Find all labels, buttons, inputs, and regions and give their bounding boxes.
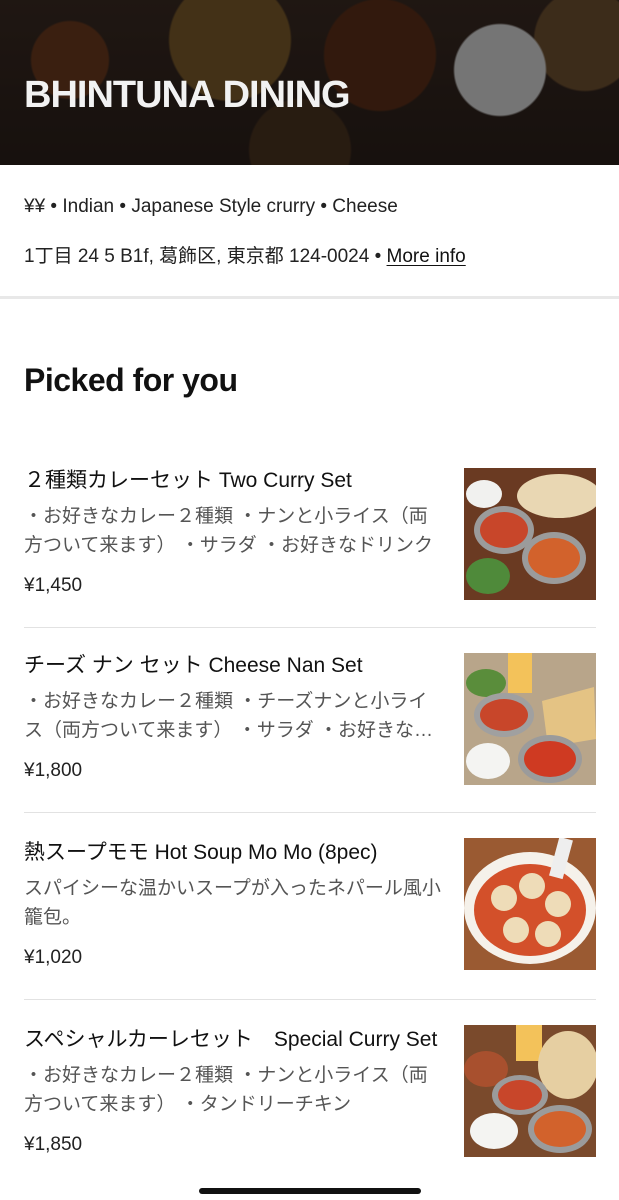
section-title: Picked for you — [24, 362, 238, 398]
item-divider — [24, 812, 596, 813]
restaurant-address-line: 1丁目 24 5 B1f, 葛飾区, 東京都 124-0024 • More i… — [24, 241, 604, 268]
menu-item[interactable]: ２種類カレーセット Two Curry Set ・お好きなカレー２種類 ・ナンと… — [24, 466, 596, 600]
menu-item-name: スペシャルカーレセット Special Curry Set — [24, 1028, 438, 1051]
item-divider — [24, 627, 596, 628]
menu-item-description: スパイシーな温かいスープが入ったネパール風小籠包。 — [24, 878, 441, 928]
menu-item-description: ・お好きなカレー２種類 ・チーズナンと小ライス（両方ついて来ます） ・サラダ ・… — [24, 691, 433, 741]
more-info-link[interactable]: More info — [387, 246, 466, 267]
menu-item-photo — [464, 653, 596, 785]
restaurant-name: BHINTUNA DINING — [24, 74, 351, 116]
menu-item[interactable]: スペシャルカーレセット Special Curry Set ・お好きなカレー２種… — [24, 1025, 596, 1157]
menu-item[interactable]: 熱スープモモ Hot Soup Mo Mo (8pec) スパイシーな温かいスー… — [24, 838, 596, 970]
item-divider — [24, 999, 596, 1000]
restaurant-hero-image: BHINTUNA DINING — [0, 0, 619, 165]
section-divider — [0, 296, 619, 299]
menu-item-name: チーズ ナン セット Cheese Nan Set — [24, 654, 363, 677]
menu-item-name: 熱スープモモ Hot Soup Mo Mo (8pec) — [24, 841, 378, 864]
home-indicator[interactable] — [199, 1188, 421, 1194]
menu-item-photo — [464, 838, 596, 970]
menu-item-photo — [464, 1025, 596, 1157]
menu-item-description: ・お好きなカレー２種類 ・ナンと小ライス（両方ついて来ます） ・タンドリーチキン — [24, 1065, 428, 1115]
menu-item-name: ２種類カレーセット Two Curry Set — [24, 469, 352, 492]
restaurant-address: 1丁目 24 5 B1f, 葛飾区, 東京都 124-0024 • — [24, 246, 387, 267]
restaurant-info: ¥¥ • Indian • Japanese Style crurry • Ch… — [24, 196, 604, 268]
menu-item[interactable]: チーズ ナン セット Cheese Nan Set ・お好きなカレー２種類 ・チ… — [24, 651, 596, 785]
restaurant-cuisines: ¥¥ • Indian • Japanese Style crurry • Ch… — [24, 196, 398, 217]
menu-item-photo — [464, 468, 596, 600]
menu-item-description: ・お好きなカレー２種類 ・ナンと小ライス（両方ついて来ます） ・サラダ ・お好き… — [24, 506, 433, 556]
